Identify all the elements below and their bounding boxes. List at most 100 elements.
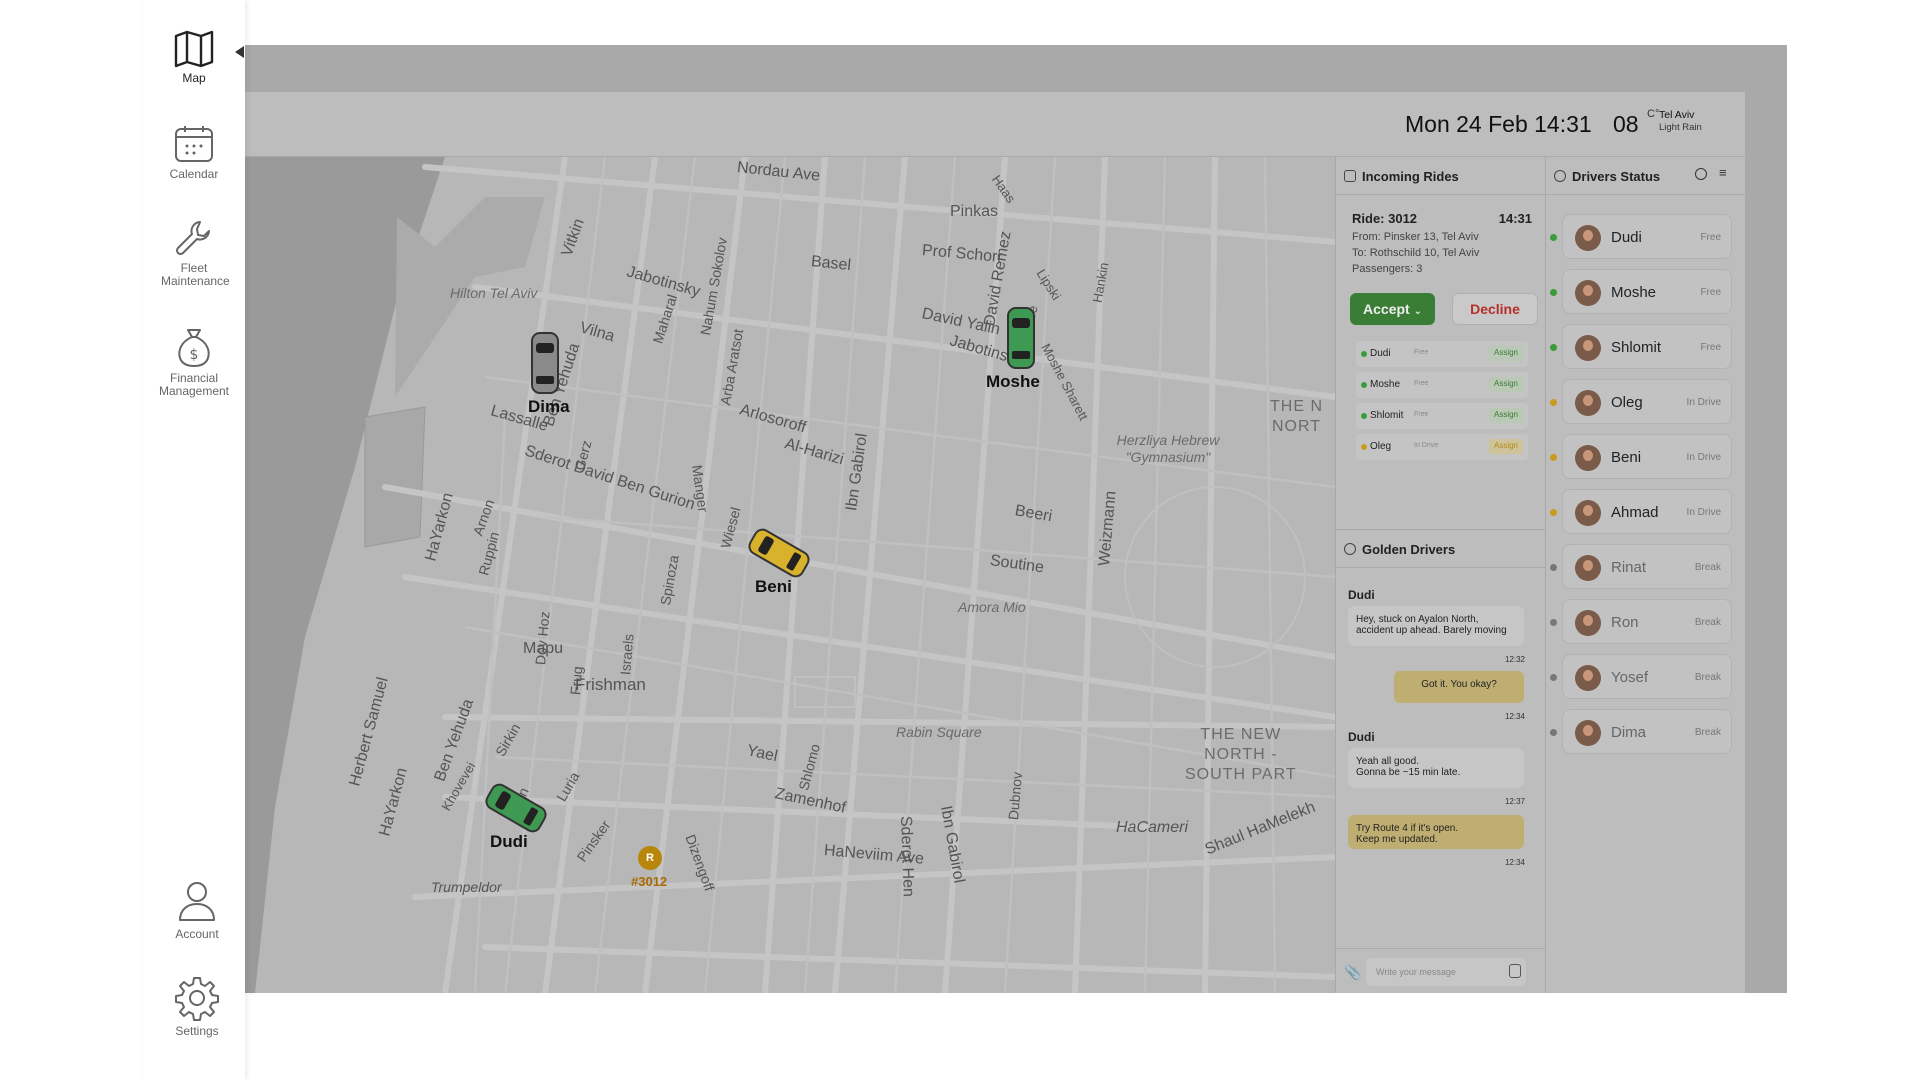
divider [1336,567,1546,568]
ride-from: From: Pinsker 13, Tel Aviv [1352,231,1479,243]
driver-name: Dudi [1611,229,1642,246]
ride-to: To: Rothschild 10, Tel Aviv [1352,247,1480,259]
assign-driver-row: Moshe Free Assign [1356,372,1528,398]
assign-button[interactable]: Assign [1488,439,1523,454]
wrench-icon [175,221,210,256]
driver-status: In Drive [1686,397,1721,408]
district-label: THE N NORT [1270,398,1323,435]
nav-map-label: Map [182,71,206,85]
driver-name: Shlomit [1611,339,1662,356]
header-weather-condition: Light Rain [1659,122,1702,133]
accept-button-label: Accept [1363,301,1410,317]
driver-row[interactable]: Ron Break [1550,599,1732,644]
paperclip-icon[interactable]: 📎 [1344,964,1361,981]
nav-settings[interactable]: Settings [146,975,248,1038]
driver-status: Break [1694,617,1721,628]
assign-driver-row: Oleg In Drive Assign [1356,434,1528,460]
status-dot [1550,509,1557,516]
street-label: Frishman [575,675,646,694]
assign-driver-row: Shlomit Free Assign [1356,403,1528,429]
message-bubble-outgoing: Try Route 4 if it's open. Keep me update… [1348,815,1524,849]
status-dot [1550,399,1557,406]
driver-name: Oleg [1611,394,1643,411]
driver-row[interactable]: Rinat Break [1550,544,1732,589]
search-icon[interactable] [1695,168,1707,180]
status-dot [1550,234,1557,241]
driver-name: Dima [1611,724,1647,741]
decline-button[interactable]: Decline [1452,293,1538,325]
car-label-dima: Dima [528,397,570,416]
driver-row[interactable]: Beni In Drive [1550,434,1732,479]
ride-icon [1344,170,1356,182]
driver-row[interactable]: Oleg In Drive [1550,379,1732,424]
message-bubble-outgoing: Got it. You okay? [1394,671,1524,703]
street-label: HaCameri [1116,819,1189,836]
driver-status: Break [1694,727,1721,738]
chat-message-input[interactable]: Write your message [1366,958,1526,986]
nav-financial-management[interactable]: $ Financial Management [143,326,245,398]
header-temperature: 08 [1613,111,1639,137]
assign-driver-status: Free [1414,411,1429,418]
divider [1336,194,1546,195]
message-time: 12:34 [1504,858,1525,867]
nav-calendar[interactable]: Calendar [143,124,245,181]
message-time: 12:34 [1504,712,1525,721]
user-icon [179,882,215,921]
avatar [1575,335,1601,361]
accept-button[interactable]: Accept ⌄ [1350,293,1435,325]
nav-fleet-maintenance[interactable]: Fleet Maintenance [143,218,245,288]
nav-map[interactable]: Map [143,30,245,85]
assign-button[interactable]: Assign [1488,408,1523,423]
assign-driver-name: Dudi [1370,348,1391,359]
ride-pickup-marker[interactable]: R [638,846,662,870]
assign-driver-name: Oleg [1370,441,1392,452]
chevron-down-icon: ⌄ [1413,306,1422,317]
gear-icon [175,977,219,1021]
driver-row[interactable]: Dudi Free [1550,214,1732,259]
nav-account[interactable]: Account [146,880,248,941]
driver-row[interactable]: Yosef Break [1550,654,1732,699]
driver-row[interactable]: Moshe Free [1550,269,1732,314]
filter-icon[interactable]: ≡ [1719,165,1727,180]
drivers-status-title-text: Drivers Status [1572,169,1661,184]
status-dot [1550,729,1557,736]
driver-row[interactable]: Dima Break [1550,709,1732,754]
assign-driver-status: Free [1414,349,1429,356]
nav-account-label: Account [175,927,219,941]
message-time: 12:37 [1504,797,1525,806]
golden-drivers-title-text: Golden Drivers [1362,542,1456,557]
copy-icon[interactable] [1509,964,1521,978]
avatar [1575,225,1601,251]
driver-row[interactable]: Shlomit Free [1550,324,1732,369]
status-dot [1361,382,1367,388]
driver-row[interactable]: Ahmad In Drive [1550,489,1732,534]
street-label: Pinkas [950,203,999,220]
status-dot [1550,619,1557,626]
avatar [1575,610,1601,636]
message-sender: Dudi [1348,588,1375,602]
assign-button[interactable]: Assign [1488,377,1523,392]
car-marker-dima[interactable] [531,332,559,394]
avatar [1575,720,1601,746]
ride-time: 14:31 [1498,211,1532,226]
sidebar: Map Calendar Fleet Maintenance $ Financi… [143,0,245,1080]
assign-button[interactable]: Assign [1488,346,1523,361]
nav-settings-label: Settings [175,1024,219,1038]
car-label-moshe: Moshe [986,372,1040,391]
assign-driver-status: Free [1414,380,1429,387]
driver-status: Break [1694,562,1721,573]
car-label-beni: Beni [755,577,792,596]
ride-id: Ride: 3012 [1352,211,1418,226]
car-marker-moshe[interactable] [1007,307,1035,369]
header-temp-unit: C° [1647,108,1660,120]
city-map[interactable]: Nordau Ave Pinkas Haas Basel Prof Schorr… [245,157,1335,993]
divider [1336,948,1546,949]
chat-icon [1344,543,1356,555]
avatar [1575,500,1601,526]
status-dot [1550,289,1557,296]
nav-calendar-label: Calendar [169,167,219,181]
driver-status: In Drive [1686,452,1721,463]
app-screen: Mon 24 Feb 14:31 08 C° Tel Aviv Light Ra… [245,45,1787,993]
message-time: 12:32 [1504,655,1525,664]
svg-text:$: $ [190,347,199,363]
